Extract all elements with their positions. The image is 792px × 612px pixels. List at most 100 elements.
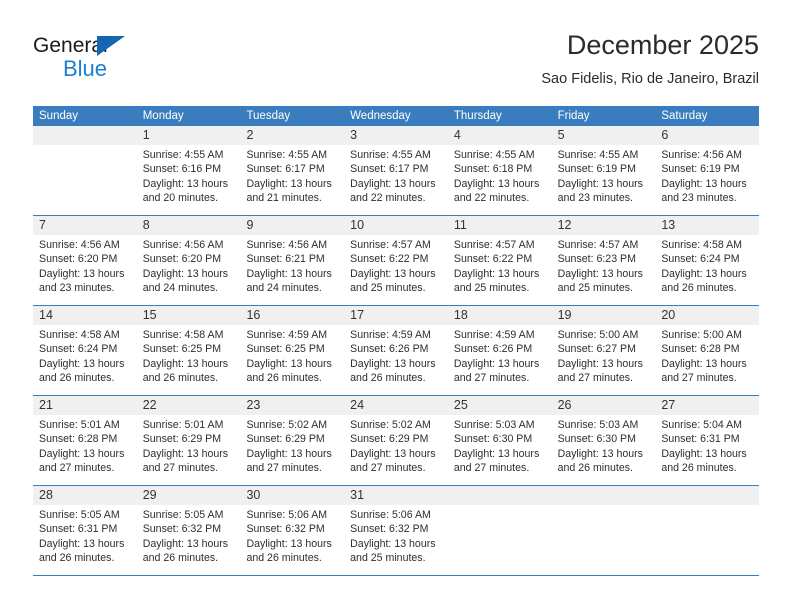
day-cell[interactable]: 26 Sunrise: 5:03 AM Sunset: 6:30 PM Dayligh…	[551, 396, 656, 485]
day-details: Sunrise: 4:56 AM Sunset: 6:19 PM Daylight:…	[655, 145, 759, 205]
day-number: 10	[350, 218, 365, 232]
day-cell[interactable]: 17 Sunrise: 4:59 AM Sunset: 6:26 PM Dayligh…	[344, 306, 448, 395]
day-details: Sunrise: 4:59 AM Sunset: 6:26 PM Daylight:…	[448, 325, 552, 385]
day-detail-line: Sunset: 6:19 PM	[557, 163, 636, 176]
day-cell[interactable]: 20 Sunrise: 5:00 AM Sunset: 6:28 PM Dayligh…	[655, 306, 760, 395]
day-detail-line: Sunrise: 4:56 AM	[142, 239, 224, 251]
day-detail-line: Sunrise: 4:57 AM	[557, 239, 639, 251]
day-number-band: 24	[344, 396, 448, 415]
calendar-weeks: 1 Sunrise: 4:55 AM Sunset: 6:16 PM Daylight…	[33, 126, 760, 576]
day-detail-line: Sunrise: 5:03 AM	[557, 419, 639, 431]
day-number: 24	[350, 398, 365, 412]
day-detail-line: Daylight: 13 hours	[246, 447, 332, 460]
day-cell[interactable]: 4 Sunrise: 4:55 AM Sunset: 6:18 PM Daylight…	[447, 126, 552, 215]
day-cell[interactable]: 23 Sunrise: 5:02 AM Sunset: 6:29 PM Dayligh…	[240, 396, 345, 485]
day-cell[interactable]: 22 Sunrise: 5:01 AM Sunset: 6:29 PM Dayligh…	[136, 396, 241, 485]
day-number-band: 11	[447, 216, 552, 235]
day-cell[interactable]: 7 Sunrise: 4:56 AM Sunset: 6:20 PM Daylight…	[33, 216, 137, 305]
day-cell[interactable]: 25 Sunrise: 5:03 AM Sunset: 6:30 PM Dayligh…	[447, 396, 552, 485]
day-detail-line: Daylight: 13 hours	[350, 177, 436, 190]
day-details: Sunrise: 5:02 AM Sunset: 6:29 PM Daylight:…	[344, 415, 448, 475]
day-number: 28	[39, 488, 53, 502]
day-cell[interactable]: 21 Sunrise: 5:01 AM Sunset: 6:28 PM Dayligh…	[33, 396, 137, 485]
day-number-band: 13	[655, 216, 760, 235]
day-detail-line: Sunset: 6:20 PM	[39, 253, 118, 266]
day-cell[interactable]: 1 Sunrise: 4:55 AM Sunset: 6:16 PM Daylight…	[136, 126, 241, 215]
day-detail-line: Daylight: 13 hours	[661, 447, 747, 460]
day-number-band: 18	[447, 306, 552, 325]
day-detail-line: and 22 minutes.	[350, 191, 426, 204]
day-cell[interactable]: 18 Sunrise: 4:59 AM Sunset: 6:26 PM Dayligh…	[447, 306, 552, 395]
day-cell[interactable]: 2 Sunrise: 4:55 AM Sunset: 6:17 PM Daylight…	[240, 126, 345, 215]
day-detail-line: Sunset: 6:19 PM	[661, 163, 740, 176]
day-cell[interactable]: 14 Sunrise: 4:58 AM Sunset: 6:24 PM Dayligh…	[33, 306, 137, 395]
day-detail-line: and 26 minutes.	[246, 551, 322, 564]
day-detail-line: Sunrise: 4:58 AM	[39, 329, 120, 341]
day-cell[interactable]: 29 Sunrise: 5:05 AM Sunset: 6:32 PM Dayligh…	[136, 486, 241, 575]
day-cell[interactable]: 8 Sunrise: 4:56 AM Sunset: 6:20 PM Daylight…	[136, 216, 241, 305]
day-number: 17	[350, 308, 365, 322]
day-number: 14	[39, 308, 53, 322]
calendar-page: General Blue December 2025 Sao Fidelis, …	[0, 0, 792, 612]
day-detail-line: Sunset: 6:30 PM	[557, 433, 636, 446]
day-number: 9	[246, 218, 254, 232]
day-detail-line: and 24 minutes.	[246, 281, 322, 294]
day-cell[interactable]: 11 Sunrise: 4:57 AM Sunset: 6:22 PM Dayligh…	[447, 216, 552, 305]
day-cell[interactable]: 16 Sunrise: 4:59 AM Sunset: 6:25 PM Dayligh…	[240, 306, 345, 395]
logo-text-blue: Blue	[63, 56, 108, 81]
day-cell[interactable]: 30 Sunrise: 5:06 AM Sunset: 6:32 PM Dayligh…	[240, 486, 345, 575]
day-detail-line: Sunset: 6:32 PM	[142, 523, 222, 536]
day-detail-line: Sunrise: 4:58 AM	[142, 329, 224, 341]
day-cell[interactable]: 13 Sunrise: 4:58 AM Sunset: 6:24 PM Dayligh…	[655, 216, 760, 305]
day-detail-line: Daylight: 13 hours	[350, 267, 436, 280]
day-cell[interactable]: 24 Sunrise: 5:02 AM Sunset: 6:29 PM Dayligh…	[344, 396, 448, 485]
day-number-band: 7	[33, 216, 137, 235]
day-cell[interactable]: 9 Sunrise: 4:56 AM Sunset: 6:21 PM Daylight…	[240, 216, 345, 305]
day-detail-line: and 26 minutes.	[661, 461, 737, 474]
day-details	[33, 145, 137, 148]
day-detail-line: Daylight: 13 hours	[39, 267, 125, 280]
day-cell[interactable]: 10 Sunrise: 4:57 AM Sunset: 6:22 PM Dayligh…	[344, 216, 448, 305]
day-cell[interactable]: 6 Sunrise: 4:56 AM Sunset: 6:19 PM Daylight…	[655, 126, 760, 215]
day-cell[interactable]: 15 Sunrise: 4:58 AM Sunset: 6:25 PM Dayligh…	[136, 306, 241, 395]
day-number: 29	[142, 488, 157, 502]
day-details: Sunrise: 5:00 AM Sunset: 6:28 PM Daylight:…	[655, 325, 759, 385]
day-detail-line: and 26 minutes.	[39, 371, 115, 384]
day-detail-line: Sunrise: 4:55 AM	[453, 149, 535, 161]
day-cell[interactable]: 3 Sunrise: 4:55 AM Sunset: 6:17 PM Daylight…	[344, 126, 448, 215]
day-details: Sunrise: 5:06 AM Sunset: 6:32 PM Daylight:…	[240, 505, 344, 565]
day-cell[interactable]: 19 Sunrise: 5:00 AM Sunset: 6:27 PM Dayligh…	[551, 306, 656, 395]
logo-triangle-icon	[97, 36, 125, 56]
day-details: Sunrise: 5:00 AM Sunset: 6:27 PM Daylight:…	[552, 325, 656, 385]
day-detail-line: Sunset: 6:29 PM	[142, 433, 222, 446]
day-detail-line: Sunrise: 4:57 AM	[350, 239, 431, 251]
day-number: 1	[142, 128, 150, 142]
day-number-band: 14	[33, 306, 137, 325]
day-cell[interactable]: 27 Sunrise: 5:04 AM Sunset: 6:31 PM Dayligh…	[655, 396, 760, 485]
day-detail-line: Sunrise: 5:06 AM	[350, 509, 431, 521]
day-detail-line: Daylight: 13 hours	[246, 357, 332, 370]
day-number: 3	[350, 128, 358, 142]
day-detail-line: Sunset: 6:24 PM	[39, 343, 118, 356]
day-cell[interactable]: 12 Sunrise: 4:57 AM Sunset: 6:23 PM Dayligh…	[551, 216, 656, 305]
day-detail-line: Sunset: 6:27 PM	[557, 343, 636, 356]
page-title: December 2025	[566, 30, 759, 60]
day-cell-empty	[33, 126, 137, 215]
day-detail-line: Sunset: 6:18 PM	[453, 163, 533, 176]
day-detail-line: and 27 minutes.	[557, 371, 633, 384]
day-detail-line: Sunrise: 4:59 AM	[246, 329, 328, 341]
day-cell[interactable]: 31 Sunrise: 5:06 AM Sunset: 6:32 PM Dayligh…	[344, 486, 448, 575]
day-detail-line: Sunrise: 4:57 AM	[453, 239, 535, 251]
day-cell[interactable]: 28 Sunrise: 5:05 AM Sunset: 6:31 PM Dayligh…	[33, 486, 137, 575]
day-cell[interactable]: 5 Sunrise: 4:55 AM Sunset: 6:19 PM Daylight…	[551, 126, 656, 215]
day-detail-line: Sunset: 6:29 PM	[246, 433, 325, 446]
day-detail-line: Daylight: 13 hours	[39, 447, 125, 460]
day-detail-line: Sunset: 6:28 PM	[661, 343, 740, 356]
day-number-band: 26	[551, 396, 656, 415]
day-detail-line: Daylight: 13 hours	[246, 177, 332, 190]
day-number-band: 27	[655, 396, 760, 415]
day-detail-line: Daylight: 13 hours	[350, 357, 436, 370]
day-cell-empty	[551, 486, 656, 575]
day-detail-line: Sunset: 6:31 PM	[39, 523, 118, 536]
day-number-band: 15	[136, 306, 241, 325]
